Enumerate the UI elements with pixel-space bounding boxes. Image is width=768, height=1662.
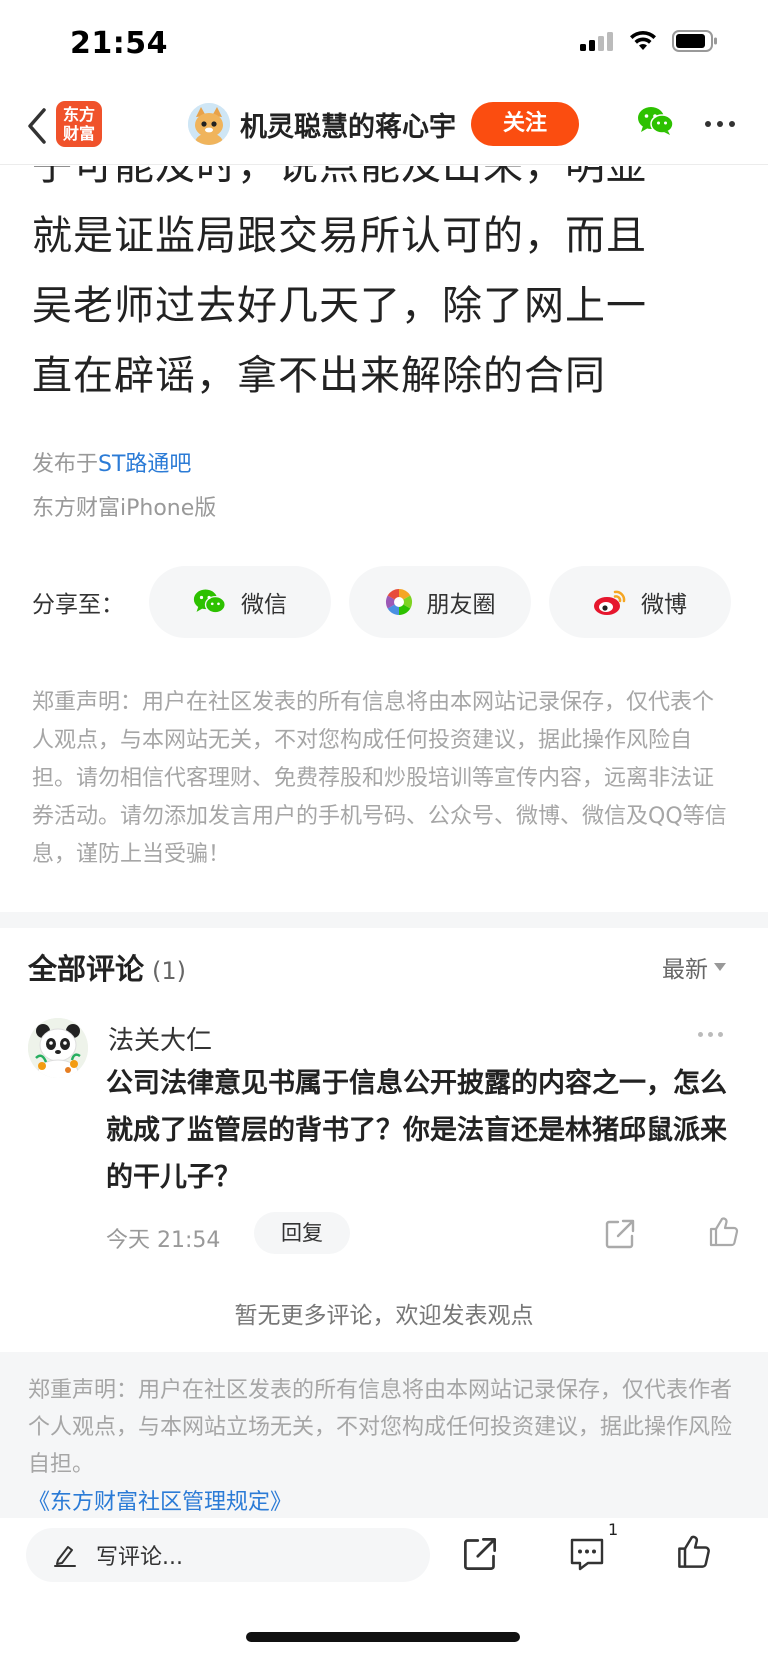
section-divider (0, 912, 768, 928)
footer-disclaimer: 郑重声明：用户在社区发表的所有信息将由本网站记录保存，仅代表作者个人观点，与本网… (28, 1378, 733, 1477)
nav-divider (0, 164, 768, 165)
comment-time: 今天 21:54 (106, 1228, 221, 1253)
comment-like-icon[interactable] (708, 1216, 740, 1248)
battery-icon (672, 30, 717, 52)
logo-text-line2: 财富 (62, 124, 95, 143)
home-indicator (246, 1632, 520, 1642)
pen-icon (54, 1546, 76, 1567)
sort-label: 最新 (662, 957, 708, 983)
published-prefix: 发布于 (32, 452, 99, 477)
comments-title: 全部评论 (28, 952, 145, 986)
commenter-name[interactable]: 法关大仁 (108, 1020, 212, 1057)
published-in: 发布于ST路通吧 (32, 446, 191, 478)
share-weibo-label: 微博 (641, 592, 687, 618)
share-moments-label: 朋友圈 (426, 592, 496, 618)
bar-link[interactable]: ST路通吧 (98, 452, 191, 477)
moments-aperture-icon (385, 588, 412, 616)
cellular-signal-icon (580, 32, 613, 51)
follow-button[interactable]: 关注 (471, 102, 579, 146)
share-icon[interactable] (462, 1536, 498, 1572)
share-moments-button[interactable]: 朋友圈 (349, 566, 531, 638)
share-weibo-button[interactable]: 微博 (549, 566, 731, 638)
article-line: 就是证监局跟交易所认可的，而且 (32, 213, 647, 259)
comment-share-icon[interactable] (604, 1218, 636, 1250)
status-icons (580, 30, 718, 52)
share-wechat-label: 微信 (241, 592, 287, 618)
cat-avatar-icon (188, 103, 230, 145)
write-comment-placeholder: 写评论... (96, 1545, 183, 1570)
article-body: 子可能及时，说点能及出来，明显 就是证监局跟交易所认可的，而且 吴老师过去好几天… (32, 131, 742, 411)
dropdown-triangle-icon (714, 963, 726, 971)
community-rules-link[interactable]: 《东方财富社区管理规定》 (28, 1484, 292, 1516)
back-chevron-icon[interactable] (20, 104, 56, 148)
comment-icon[interactable] (568, 1536, 606, 1572)
author-name[interactable]: 机灵聪慧的蒋心宇 (240, 105, 456, 144)
share-label: 分享至： (32, 592, 124, 618)
weibo-icon (594, 590, 626, 615)
reply-button[interactable]: 回复 (254, 1212, 350, 1254)
disclaimer-text: 郑重声明：用户在社区发表的所有信息将由本网站记录保存，仅代表个人观点，与本网站无… (32, 690, 727, 867)
comments-count: (1) (152, 957, 187, 985)
wechat-share-icon[interactable] (637, 106, 675, 136)
write-comment-input[interactable]: 写评论... (26, 1528, 430, 1582)
sort-dropdown[interactable]: 最新 (662, 950, 726, 984)
wifi-icon (630, 30, 656, 50)
client-source: 东方财富iPhone版 (32, 496, 217, 521)
comment-more-icon[interactable] (698, 1032, 723, 1037)
article-line: 吴老师过去好几天了，除了网上一 (32, 283, 647, 329)
status-time: 21:54 (70, 26, 168, 61)
author-avatar[interactable] (188, 103, 230, 145)
article-line: 直在辟谣，拿不出来解除的合同 (32, 353, 606, 399)
comments-header: 全部评论 (1) (28, 946, 186, 988)
more-options-icon[interactable] (705, 121, 735, 127)
wechat-icon (193, 589, 226, 614)
commenter-avatar[interactable] (28, 1018, 88, 1078)
eastmoney-logo[interactable]: 东方 财富 (56, 101, 102, 147)
panda-avatar-icon (28, 1018, 88, 1078)
share-wechat-button[interactable]: 微信 (149, 566, 331, 638)
no-more-comments: 暂无更多评论，欢迎发表观点 (234, 1303, 534, 1329)
like-icon[interactable] (676, 1534, 712, 1570)
comment-count-badge: 1 (608, 1520, 619, 1539)
logo-text-line1: 东方 (62, 105, 95, 124)
comment-text: 公司法律意见书属于信息公开披露的内容之一，怎么就成了监管层的背书了？你是法盲还是… (106, 1068, 727, 1193)
